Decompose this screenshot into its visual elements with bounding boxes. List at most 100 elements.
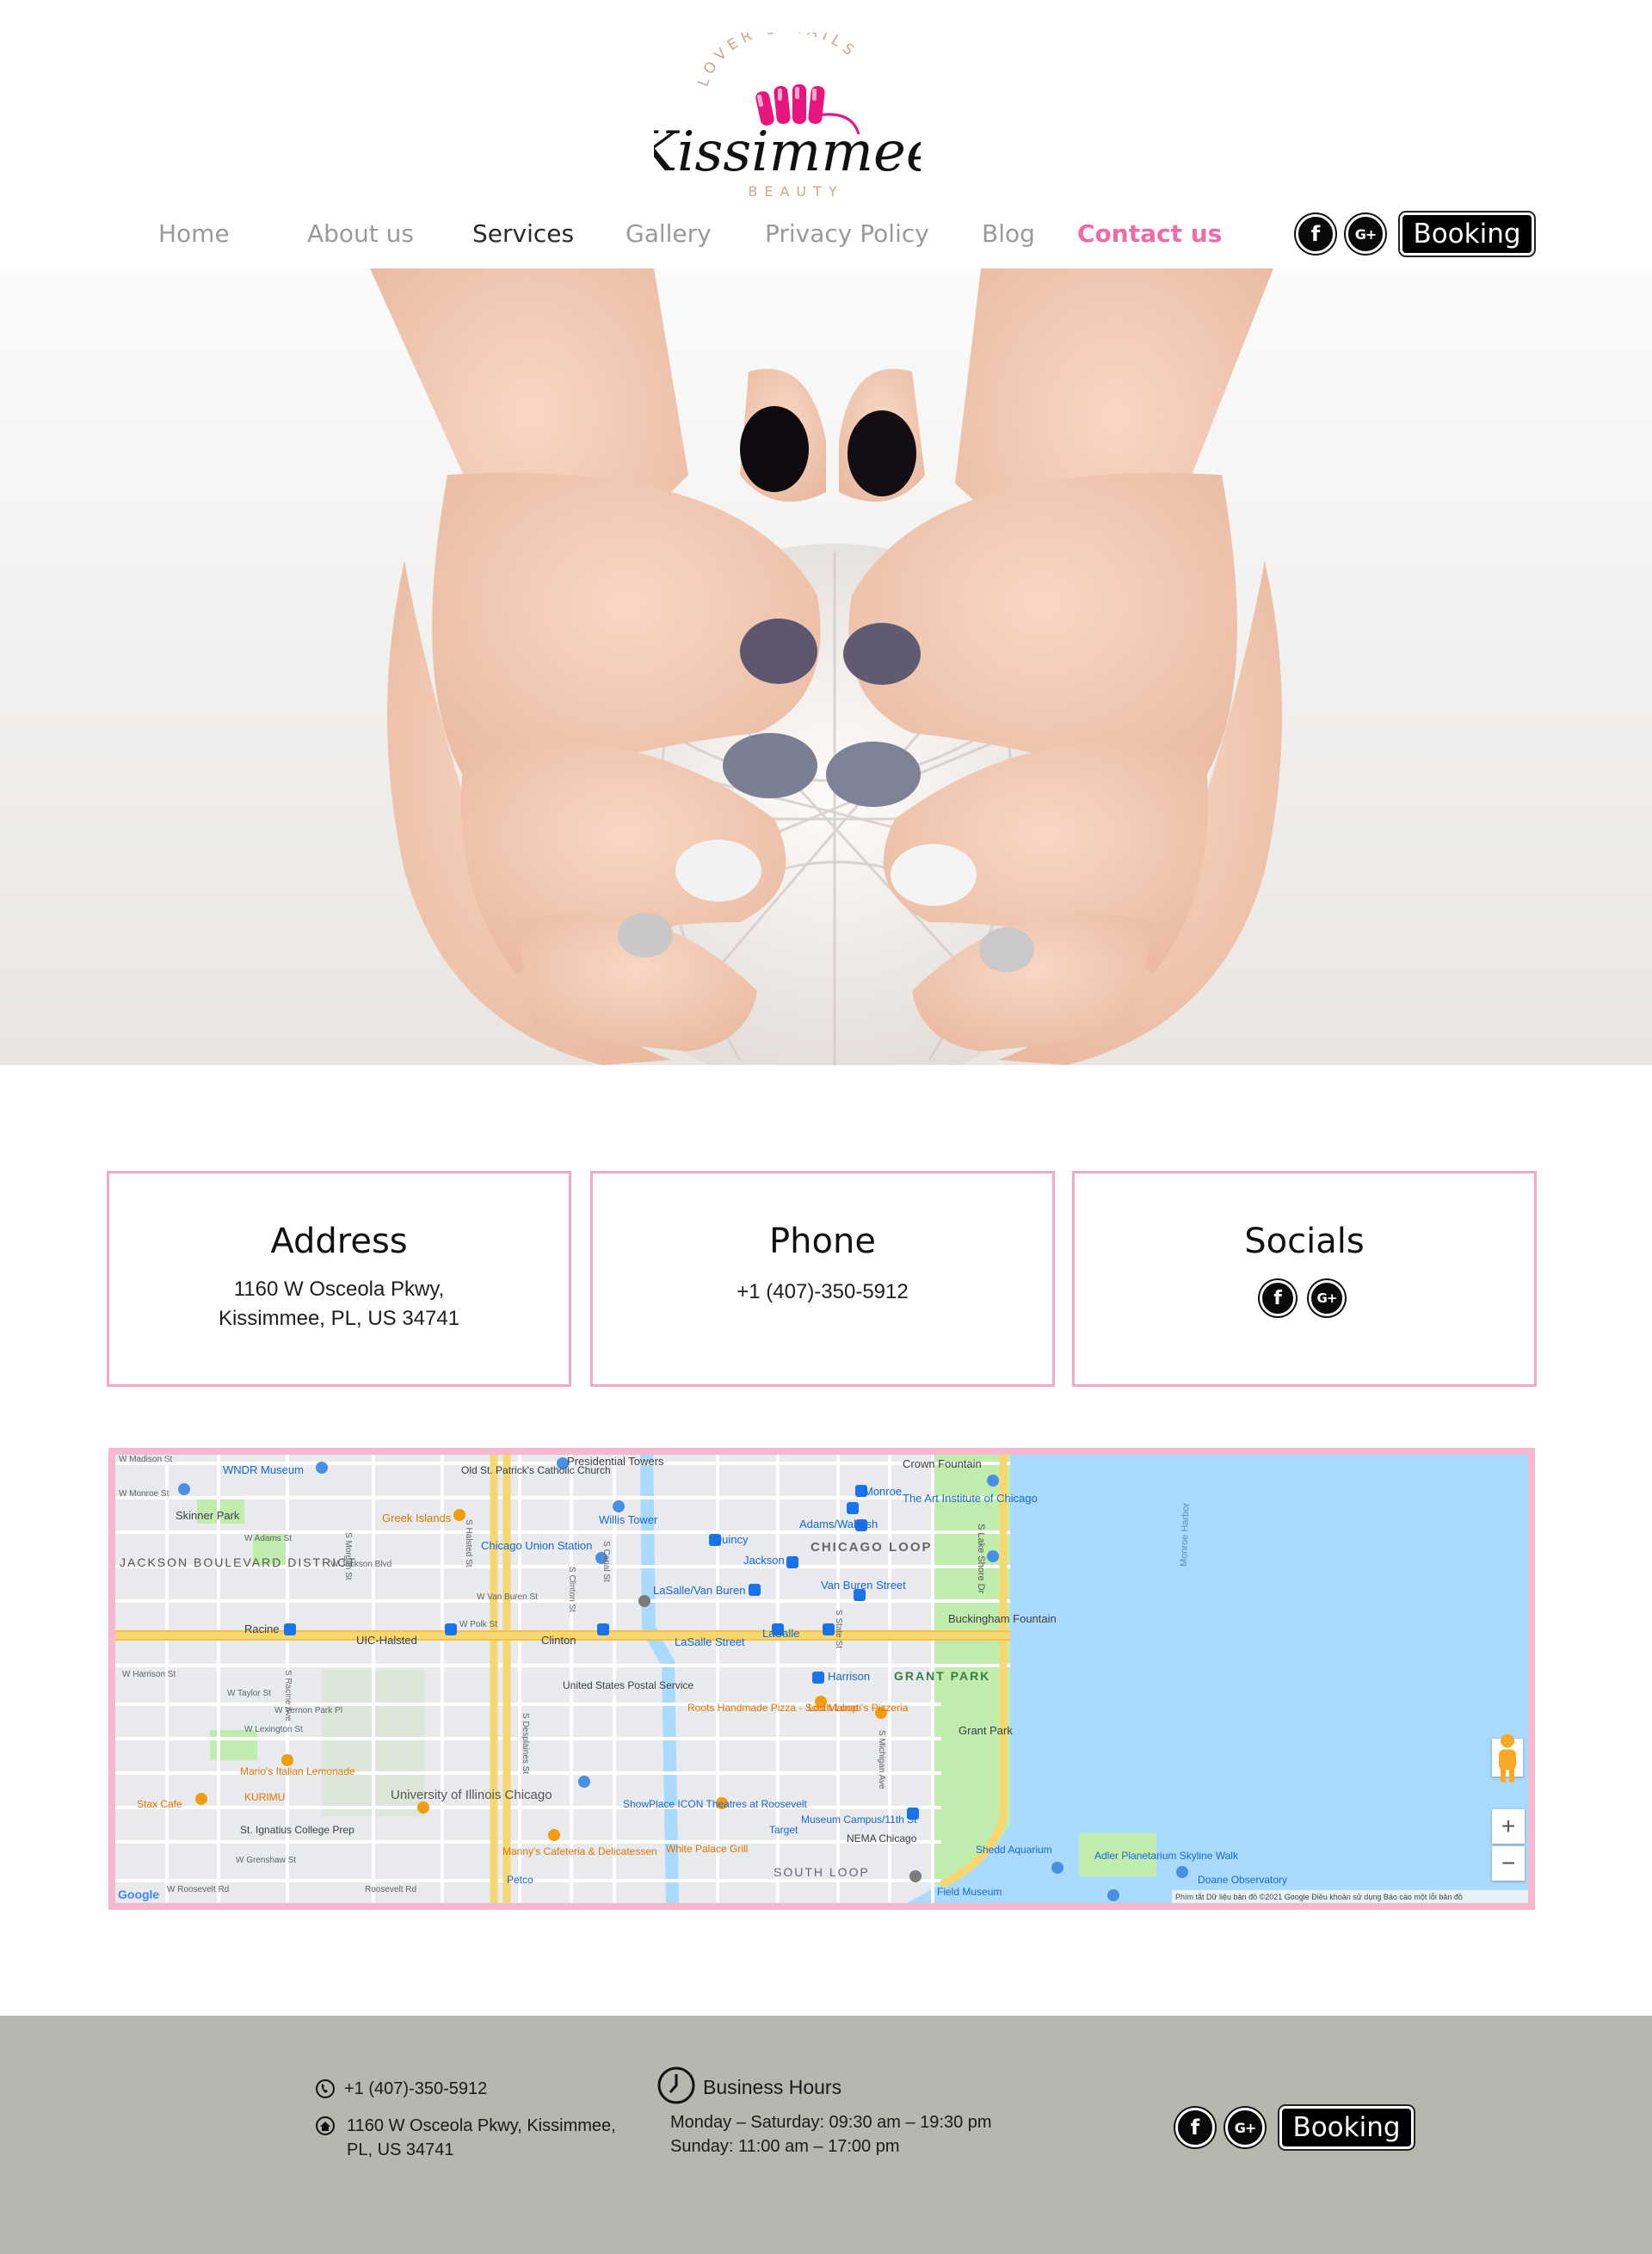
phone-card: Phone +1 (407)-350-5912 — [590, 1171, 1055, 1387]
google-plus-icon[interactable]: G+ — [1309, 1280, 1345, 1316]
map-label-chicago-loop: CHICAGO LOOP — [811, 1540, 933, 1555]
nav-home[interactable]: Home — [158, 213, 230, 255]
zoom-out-button[interactable]: − — [1492, 1846, 1525, 1881]
footer-address-line-1: 1160 W Osceola Pkwy, Kissimmee, — [347, 2116, 616, 2135]
socials-card: Socials f G+ — [1072, 1171, 1537, 1387]
google-plus-icon[interactable]: G+ — [1225, 2108, 1265, 2147]
map-label-adler: Adler Planetarium Skyline Walk — [1094, 1850, 1239, 1862]
map-street-jackson: W Jackson Blvd — [330, 1560, 391, 1569]
main-nav: Home About us Services Gallery Privacy P… — [0, 212, 1652, 256]
hours-weekday: Monday – Saturday: 09:30 am – 19:30 pm — [670, 2113, 992, 2132]
footer-phone[interactable]: +1 (407)-350-5912 — [344, 2077, 487, 2101]
facebook-icon[interactable]: f — [1175, 2108, 1215, 2147]
map-label-uic: University of Illinois Chicago — [391, 1788, 552, 1802]
map-label-van-buren-street: Van Buren Street — [821, 1579, 906, 1592]
map-label-quincy: Quincy — [713, 1533, 749, 1546]
facebook-icon[interactable]: f — [1296, 214, 1335, 254]
home-icon — [316, 2116, 335, 2135]
hands-holding-ball-image — [0, 268, 1652, 1065]
facebook-icon[interactable]: f — [1260, 1280, 1296, 1316]
booking-button[interactable]: Booking — [1400, 212, 1534, 256]
address-line-2: Kissimmee, PL, US 34741 — [218, 1307, 460, 1330]
map-street-monroe: W Monroe St — [119, 1489, 170, 1499]
clock-icon — [657, 2066, 695, 2104]
map-label-willis-tower: Willis Tower — [599, 1513, 658, 1526]
map-label-grant-park: GRANT PARK — [894, 1669, 990, 1683]
map-street-taylor: W Taylor St — [227, 1689, 271, 1698]
map-label-lake-shore-dr: S Lake Shore Dr — [976, 1524, 986, 1594]
map-label-marios: Mario's Italian Lemonade — [240, 1765, 355, 1777]
map-label-monroe: Monroe — [864, 1485, 902, 1498]
map-label-lasalle-street: LaSalle Street — [675, 1635, 745, 1648]
map-label-nema: NEMA Chicago — [847, 1832, 917, 1844]
map-street-adams: W Adams St — [244, 1534, 292, 1543]
map-label-wndr: WNDR Museum — [223, 1463, 304, 1476]
brand-logo[interactable]: LOVER'S NAILS Kissimmee BEAUTY — [654, 33, 921, 205]
map-label-south-loop: SOUTH LOOP — [774, 1865, 870, 1879]
phone-card-title: Phone — [769, 1222, 876, 1261]
map-street-van-buren: W Van Buren St — [477, 1592, 538, 1602]
map-label-uic-halsted: UIC-Halsted — [356, 1634, 417, 1647]
map-label-grant-park-2: Grant Park — [959, 1724, 1013, 1737]
footer-address-line-2: PL, US 34741 — [347, 2140, 454, 2159]
footer-booking-button[interactable]: Booking — [1279, 2106, 1414, 2149]
map-label-mannys: Manny's Cafeteria & Delicatessen — [502, 1845, 657, 1857]
map-street-desplaines: S Desplaines St — [521, 1713, 530, 1774]
map-label-buckingham: Buckingham Fountain — [948, 1612, 1057, 1625]
map-label-target: Target — [769, 1824, 798, 1836]
map-label-crown-fountain: Crown Fountain — [903, 1457, 982, 1470]
google-map[interactable]: WNDR Museum Presidential Towers Old St. … — [108, 1448, 1535, 1910]
map-label-stax-cafe: Stax Cafe — [137, 1798, 182, 1810]
address-card: Address 1160 W Osceola Pkwy, Kissimmee, … — [107, 1171, 571, 1387]
map-label-doane: Doane Observatory — [1198, 1874, 1287, 1886]
map-street-roosevelt-w: W Roosevelt Rd — [167, 1885, 229, 1894]
map-canvas[interactable]: WNDR Museum Presidential Towers Old St. … — [115, 1455, 1528, 1903]
map-label-adams-wabash: Adams/Wabash — [799, 1518, 878, 1530]
map-street-canal: S Canal St — [601, 1541, 611, 1582]
map-street-lexington: W Lexington St — [244, 1725, 303, 1734]
phone-number[interactable]: +1 (407)-350-5912 — [593, 1278, 1052, 1307]
map-street-grenshaw: W Grenshaw St — [236, 1856, 296, 1865]
business-hours-title: Business Hours — [703, 2076, 842, 2098]
hero-image — [0, 268, 1652, 1065]
google-logo[interactable]: Google — [118, 1888, 159, 1901]
map-street-harrison: W Harrison St — [122, 1670, 176, 1679]
map-label-art-institute: The Art Institute of Chicago — [903, 1492, 1038, 1505]
map-label-lou-malnatis: Lou Malnati's Pizzeria — [808, 1702, 909, 1714]
map-label-union-station: Chicago Union Station — [481, 1539, 592, 1552]
map-label-museum-campus: Museum Campus/11th St — [801, 1814, 917, 1826]
map-label-postal-service: United States Postal Service — [563, 1679, 693, 1691]
kissimmee-logo-graphic: LOVER'S NAILS Kissimmee BEAUTY — [654, 33, 921, 200]
address-line-1: 1160 W Osceola Pkwy, — [233, 1278, 445, 1301]
socials-card-icons: f G+ — [1075, 1278, 1534, 1321]
zoom-in-button[interactable]: + — [1492, 1809, 1525, 1844]
map-label-skinner-park: Skinner Park — [176, 1509, 240, 1522]
nav-services[interactable]: Services — [472, 213, 574, 255]
nav-contact-us[interactable]: Contact us — [1077, 213, 1222, 255]
nav-blog[interactable]: Blog — [982, 213, 1035, 255]
map-label-harrison: Harrison — [828, 1670, 870, 1683]
map-label-old-st-patricks: Old St. Patrick's Catholic Church — [461, 1464, 611, 1476]
logo-name: Kissimmee — [654, 120, 921, 184]
nav-gallery[interactable]: Gallery — [626, 213, 712, 255]
address-card-title: Address — [270, 1222, 408, 1261]
map-label-racine: Racine — [244, 1623, 279, 1635]
map-attribution[interactable]: Phím tắt Dữ liệu bản đồ ©2021 Google Điề… — [1175, 1893, 1463, 1901]
map-label-white-palace: White Palace Grill — [666, 1843, 748, 1855]
map-street-racine: S Racine Ave — [283, 1670, 293, 1721]
map-street-morgan: S Morgan St — [343, 1532, 353, 1580]
street-view-pegman-icon[interactable] — [1492, 1734, 1523, 1782]
map-label-showplace: ShowPlace ICON Theatres at Roosevelt — [623, 1798, 808, 1810]
nav-privacy-policy[interactable]: Privacy Policy — [765, 213, 929, 255]
map-label-jackson-station: Jackson — [743, 1554, 785, 1567]
map-street-madison: W Madison St — [119, 1455, 172, 1464]
map-street-halsted: S Halsted St — [464, 1519, 473, 1567]
logo-sub: BEAUTY — [748, 183, 843, 200]
google-plus-icon[interactable]: G+ — [1346, 214, 1385, 254]
map-label-lasalle: LaSalle — [762, 1627, 799, 1640]
nav-about-us[interactable]: About us — [307, 213, 414, 255]
map-street-roosevelt: Roosevelt Rd — [365, 1885, 416, 1894]
map-label-petco: Petco — [507, 1874, 533, 1886]
site-footer: +1 (407)-350-5912 1160 W Osceola Pkwy, K… — [0, 2016, 1652, 2254]
map-street-state: S State St — [834, 1610, 843, 1648]
